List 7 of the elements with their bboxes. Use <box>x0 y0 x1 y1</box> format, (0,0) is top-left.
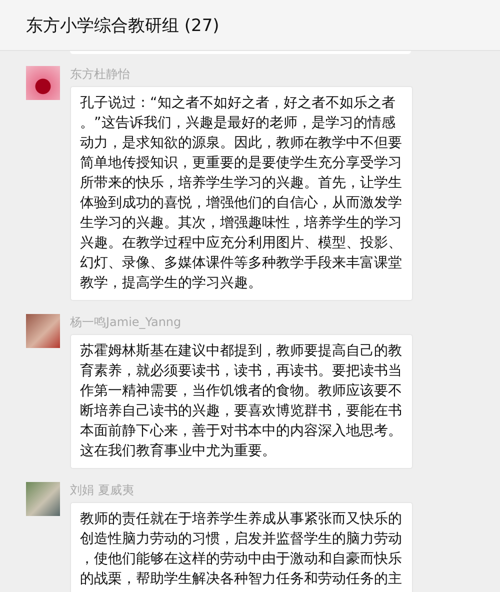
sender-name: 刘娟 夏威夷 <box>70 482 134 498</box>
message-bubble: 教师的责任就在于培养学生养成从事紧张而又快乐的创造性脑力劳动的习惯，启发并监督学生的脑力劳动，使他们能够在这样的劳动中由于激动和自豪而快乐的战栗，帮助学生解决各种智力任务和劳动任务的主 <box>70 502 413 592</box>
sender-name: 东方杜静怡 <box>70 66 130 82</box>
message-bubble: 苏霍姆林斯基在建议中都提到，教师要提高自己的教育素养，就必须要读书，读书，再读书。要把读书当作第一精神需要，当作饥饿者的食物。教师应该要不断培养自己读书的兴趣，要喜欢博览群书，要能在书本面前静下心来，善于对书本中的内容深入地思考。这在我们教育事业中尤为重要。 <box>70 334 413 469</box>
sender-name: 杨一鸣Jamie_Yanng <box>70 314 182 330</box>
message-bubble: 孔子说过：“知之者不如好之者，好之者不如乐之者。”这告诉我们，兴趣是最好的老师，是学习的情感动力，是求知欲的源泉。因此，教师在教学中不但要简单地传授知识，更重要的是要使学生充分享受学习所带来的快乐，培养学生学习的兴趣。首先，让学生体验到成功的喜悦，增强他们的自信心，从而激发学生学习的兴趣。其次，增强趣味性，培养学生的学习兴趣。在教学过程中应充分利用图片、模型、投影、幻灯、录像、多媒体课件等多种教学手段来丰富课堂教学，提高学生的学习兴趣。 <box>70 86 413 301</box>
window-title: 东方小学综合教研组 (27) <box>26 14 220 36</box>
